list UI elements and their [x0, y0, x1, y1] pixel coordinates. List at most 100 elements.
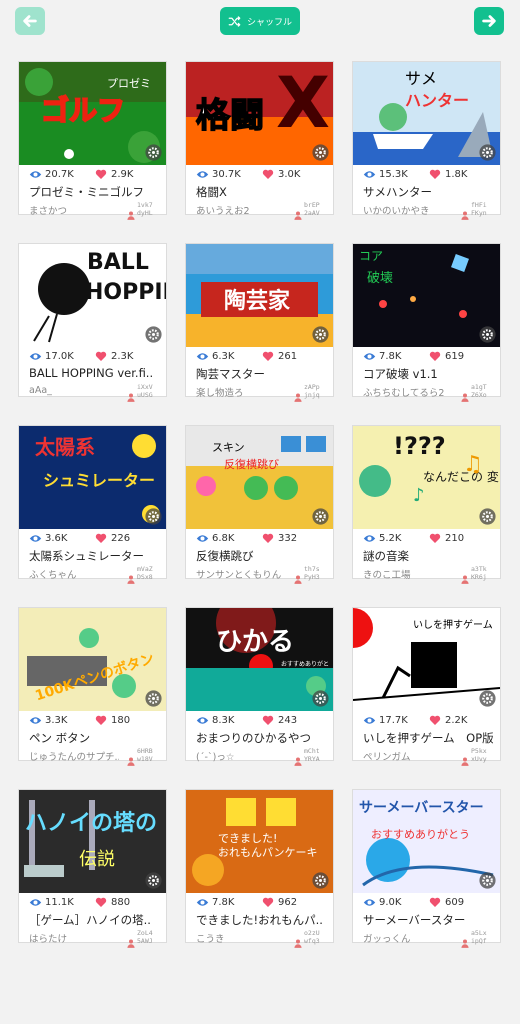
heart-icon[interactable] [95, 715, 107, 726]
game-card[interactable]: ゴルフ プロゼミ 20.7K 2.9K プロゼミ・ミニゴルフ まさかつ 1vk7 d… [18, 61, 167, 220]
game-thumbnail[interactable]: できました! おれもんパンケーキ [186, 790, 333, 893]
heart-icon[interactable] [262, 351, 274, 362]
heart-icon[interactable] [95, 351, 107, 362]
game-title[interactable]: プロゼミ・ミニゴルフ [29, 184, 159, 200]
heart-icon[interactable] [95, 897, 107, 908]
gear-icon[interactable] [145, 326, 162, 343]
game-thumbnail[interactable]: スキン 反復横跳び [186, 426, 333, 529]
game-thumbnail[interactable]: ひかる おすすめありがと [186, 608, 333, 711]
gear-icon[interactable] [479, 690, 496, 707]
game-title[interactable]: ［ゲーム］ハノイの塔.. [29, 912, 159, 928]
gear-icon[interactable] [145, 690, 162, 707]
game-card[interactable]: サメ ハンター 15.3K 1.8K サメハンター いかのいかやき fHFi FKy… [352, 61, 501, 220]
gear-icon[interactable] [312, 872, 329, 889]
author-name[interactable]: じゅうたんのサプチ.. [29, 749, 119, 763]
author-name[interactable]: はらたけ [29, 931, 119, 945]
game-title[interactable]: ペン ボタン [29, 730, 159, 746]
game-title[interactable]: サーメーバースター [363, 912, 493, 928]
heart-icon[interactable] [95, 169, 107, 180]
gear-icon[interactable] [312, 144, 329, 161]
game-card[interactable]: 太陽系 シュミレーター 3.6K 226 太陽系シュミレーター ふくちゃん mVa… [18, 425, 167, 584]
game-thumbnail[interactable]: X 格闘 [186, 62, 333, 165]
gear-icon[interactable] [312, 508, 329, 525]
game-title[interactable]: 太陽系シュミレーター [29, 548, 159, 564]
thumb-subtitle: ハンター [405, 91, 469, 110]
gear-icon[interactable] [479, 326, 496, 343]
heart-icon[interactable] [262, 169, 274, 180]
game-card[interactable]: 陶芸家 6.3K 261 陶芸マスター 楽し物造ろ zAPp jnjq [185, 243, 334, 402]
heart-icon[interactable] [262, 897, 274, 908]
heart-icon[interactable] [95, 533, 107, 544]
gear-icon[interactable] [479, 872, 496, 889]
gear-icon[interactable] [145, 872, 162, 889]
game-title[interactable]: おまつりのひかるやつ [196, 730, 326, 746]
game-thumbnail[interactable]: BALL HOPPIN [19, 244, 166, 347]
user-id-line2: xUvy [471, 755, 487, 763]
author-name[interactable]: きのこ工場 [363, 567, 453, 581]
game-title[interactable]: コア破壊 v1.1 [363, 366, 493, 382]
game-card[interactable]: コア 破壊 7.8K 619 コア破壊 v1.1 ふちちむしてるら2 a1gT Z6… [352, 243, 501, 402]
author-name[interactable]: (´-`)っ☆ [196, 749, 286, 763]
author-name[interactable]: あいうえお2 [196, 203, 286, 217]
author-name[interactable]: ペリンガム [363, 749, 453, 763]
author-name[interactable]: まさかつ [29, 203, 119, 217]
game-thumbnail[interactable]: 陶芸家 [186, 244, 333, 347]
like-count: 261 [278, 351, 298, 362]
game-card[interactable]: サーメーバースター おすすめありがとう 9.0K 609 サーメーバースター ガッ… [352, 789, 501, 948]
gear-icon[interactable] [312, 326, 329, 343]
shuffle-button[interactable]: シャッフル [220, 7, 300, 35]
next-button[interactable] [474, 7, 504, 35]
heart-icon[interactable] [262, 533, 274, 544]
game-card[interactable]: X 格闘 30.7K 3.0K 格闘X あいうえお2 brEP 2aAV [185, 61, 334, 220]
author-name[interactable]: サンサンとくもりん [196, 567, 286, 581]
author-name[interactable]: aAa_ [29, 385, 119, 396]
game-title[interactable]: 謎の音楽 [363, 548, 493, 564]
game-title[interactable]: BALL HOPPING ver.fi.. [29, 366, 159, 380]
game-title[interactable]: 反復横跳び [196, 548, 326, 564]
gear-icon[interactable] [479, 508, 496, 525]
gear-icon[interactable] [145, 508, 162, 525]
view-count: 20.7K [45, 169, 74, 180]
author-name[interactable]: こうき [196, 931, 286, 945]
heart-icon[interactable] [429, 715, 441, 726]
game-thumbnail[interactable]: ゴルフ プロゼミ [19, 62, 166, 165]
game-thumbnail[interactable]: サメ ハンター [353, 62, 500, 165]
gear-icon[interactable] [145, 144, 162, 161]
game-thumbnail[interactable]: ハノイの塔の 伝説 [19, 790, 166, 893]
heart-icon[interactable] [429, 169, 441, 180]
game-title[interactable]: 陶芸マスター [196, 366, 326, 382]
game-card[interactable]: !??? なんだこの 変なリズム♪ ♫ 5.2K 210 謎の音楽 きのこ工場 a3… [352, 425, 501, 584]
heart-icon[interactable] [429, 533, 441, 544]
heart-icon[interactable] [429, 351, 441, 362]
game-title[interactable]: サメハンター [363, 184, 493, 200]
game-card[interactable]: ハノイの塔の 伝説 11.1K 880 ［ゲーム］ハノイの塔.. はらたけ ZoL… [18, 789, 167, 948]
game-thumbnail[interactable]: サーメーバースター おすすめありがとう [353, 790, 500, 893]
game-title[interactable]: 格闘X [196, 184, 326, 200]
game-thumbnail[interactable]: コア 破壊 [353, 244, 500, 347]
author-name[interactable]: 楽し物造ろ [196, 385, 286, 399]
author-name[interactable]: いかのいかやき [363, 203, 453, 217]
thumb-title: ゴルフ [41, 94, 125, 127]
game-card[interactable]: BALL HOPPIN 17.0K 2.3K BALL HOPPING ver.f… [18, 243, 167, 402]
gear-icon[interactable] [312, 690, 329, 707]
gear-icon[interactable] [479, 144, 496, 161]
eye-icon [363, 533, 376, 544]
author-name[interactable]: ふちちむしてるら2 [363, 385, 453, 399]
game-thumbnail[interactable]: いしを押すゲーム [353, 608, 500, 711]
author-name[interactable]: ガッっくん [363, 931, 453, 945]
game-card[interactable]: ひかる おすすめありがと 8.3K 243 おまつりのひかるやつ (´-`)っ☆ … [185, 607, 334, 766]
game-thumbnail[interactable]: !??? なんだこの 変なリズム♪ ♫ [353, 426, 500, 529]
game-card[interactable]: できました! おれもんパンケーキ 7.8K 962 できました!おれもんパ.. こ… [185, 789, 334, 948]
user-id-line2: wfq3 [304, 937, 320, 945]
heart-icon[interactable] [262, 715, 274, 726]
game-title[interactable]: できました!おれもんパ.. [196, 912, 326, 928]
back-button[interactable] [15, 7, 45, 35]
game-card[interactable]: いしを押すゲーム 17.7K 2.2K いしを押すゲーム OP版 ペリンガム P… [352, 607, 501, 766]
game-card[interactable]: スキン 反復横跳び 6.8K 332 反復横跳び サンサンとくもりん th7s Py… [185, 425, 334, 584]
author-name[interactable]: ふくちゃん [29, 567, 119, 581]
game-thumbnail[interactable]: 100Kペンのボタン [19, 608, 166, 711]
game-card[interactable]: 100Kペンのボタン 3.3K 180 ペン ボタン じゅうたんのサプチ.. 6… [18, 607, 167, 766]
game-title[interactable]: いしを押すゲーム OP版 [363, 730, 493, 746]
heart-icon[interactable] [429, 897, 441, 908]
game-thumbnail[interactable]: 太陽系 シュミレーター [19, 426, 166, 529]
